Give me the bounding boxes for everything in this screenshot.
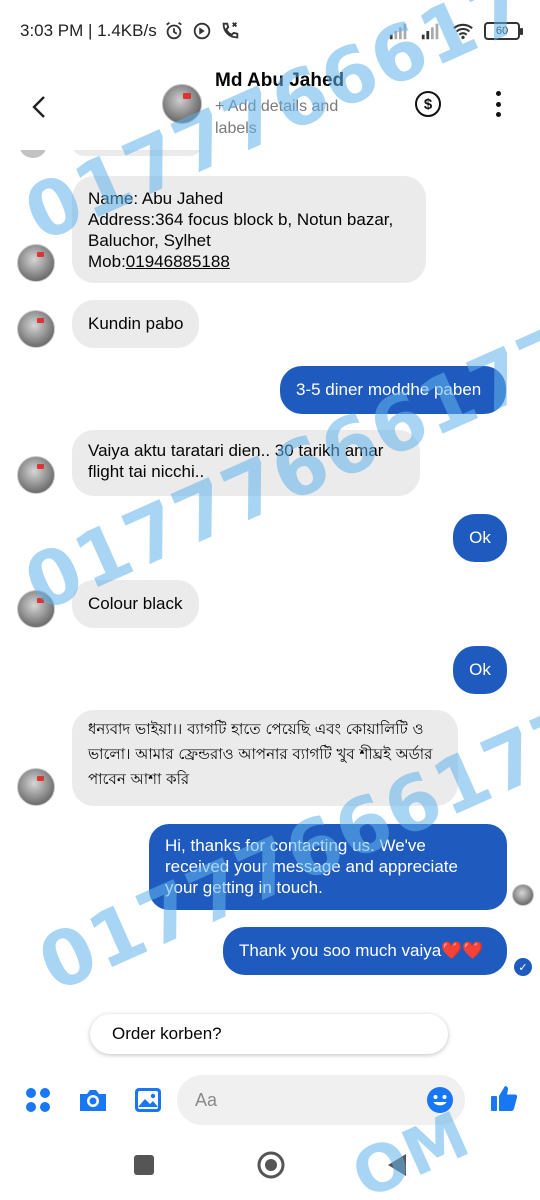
camera-icon[interactable] — [77, 1084, 109, 1116]
sender-avatar[interactable] — [17, 310, 55, 348]
phone-link[interactable]: 01946885188 — [126, 252, 230, 271]
message-line: Mob:01946885188 — [88, 251, 410, 272]
more-options-icon[interactable] — [488, 91, 508, 117]
message-line: Baluchor, Sylhet — [88, 231, 211, 250]
message-bubble-outgoing[interactable]: Hi, thanks for contacting us. We've rece… — [149, 824, 507, 910]
add-details-link[interactable]: + Add details and labels — [215, 96, 375, 140]
thumbs-up-icon[interactable] — [488, 1082, 520, 1114]
data-saver-icon — [193, 22, 210, 40]
conversation-header: Md Abu Jahed + Add details and labels $ — [0, 62, 540, 150]
back-nav-icon[interactable] — [384, 1152, 410, 1178]
message-bubble-incoming[interactable]: Vaiya aktu taratari dien.. 30 tarikh ama… — [72, 430, 420, 496]
suggested-reply-chip[interactable]: Order korben? — [90, 1014, 448, 1054]
apps-icon[interactable] — [22, 1084, 54, 1116]
home-icon[interactable] — [256, 1150, 286, 1180]
back-button[interactable] — [22, 90, 56, 124]
message-input[interactable] — [177, 1075, 465, 1125]
sender-avatar[interactable] — [17, 456, 55, 494]
message-composer — [0, 1072, 540, 1128]
message-bubble-outgoing[interactable]: Ok — [453, 514, 507, 562]
message-line: Address:364 focus block b, Notun bazar, — [88, 210, 394, 229]
battery-level: 60 — [495, 25, 509, 37]
seen-avatar — [512, 884, 534, 906]
sender-avatar[interactable] — [17, 244, 55, 282]
mob-label: Mob: — [88, 252, 126, 271]
delivered-check-icon: ✓ — [514, 958, 532, 976]
message-list[interactable]: Name: Abu Jahed Address:364 focus block … — [0, 150, 540, 1070]
signal-icon-1 — [389, 23, 407, 40]
system-nav-bar — [0, 1130, 540, 1200]
alarm-icon — [165, 21, 182, 40]
dollar-icon[interactable]: $ — [415, 91, 441, 117]
message-bubble-incoming[interactable]: Kundin pabo — [72, 300, 200, 348]
message-bubble-outgoing[interactable]: Thank you soo much vaiya❤️❤️ — [223, 927, 507, 975]
call-forward-icon — [222, 22, 238, 39]
signal-icon-2 — [421, 23, 439, 40]
previous-bubble-fragment — [72, 150, 202, 156]
gallery-icon[interactable] — [132, 1084, 164, 1116]
message-line: Name: Abu Jahed — [88, 189, 224, 208]
sender-avatar[interactable] — [17, 768, 55, 806]
battery-icon: 60 — [484, 22, 523, 40]
message-bubble-outgoing[interactable]: Ok — [453, 646, 507, 694]
contact-name[interactable]: Md Abu Jahed — [215, 70, 344, 92]
message-bubble-incoming[interactable]: Colour black — [72, 580, 199, 628]
contact-avatar[interactable] — [162, 84, 202, 124]
message-bubble-incoming[interactable]: Name: Abu Jahed Address:364 focus block … — [72, 176, 426, 283]
back-arrow-icon — [32, 96, 45, 118]
status-time: 3:03 PM | 1.4KB/s — [20, 21, 157, 40]
sender-avatar[interactable] — [17, 590, 55, 628]
message-bubble-incoming[interactable]: ধন্যবাদ ভাইয়া।। ব্যাগটি হাতে পেয়েছি এব… — [72, 710, 458, 806]
message-bubble-outgoing[interactable]: 3-5 diner moddhe paben — [280, 366, 506, 414]
avatar-fragment — [20, 150, 46, 158]
emoji-icon[interactable] — [426, 1086, 454, 1114]
status-bar: 3:03 PM | 1.4KB/s 60 — [0, 0, 540, 62]
wifi-icon — [453, 23, 473, 40]
recent-apps-icon[interactable] — [131, 1152, 157, 1178]
